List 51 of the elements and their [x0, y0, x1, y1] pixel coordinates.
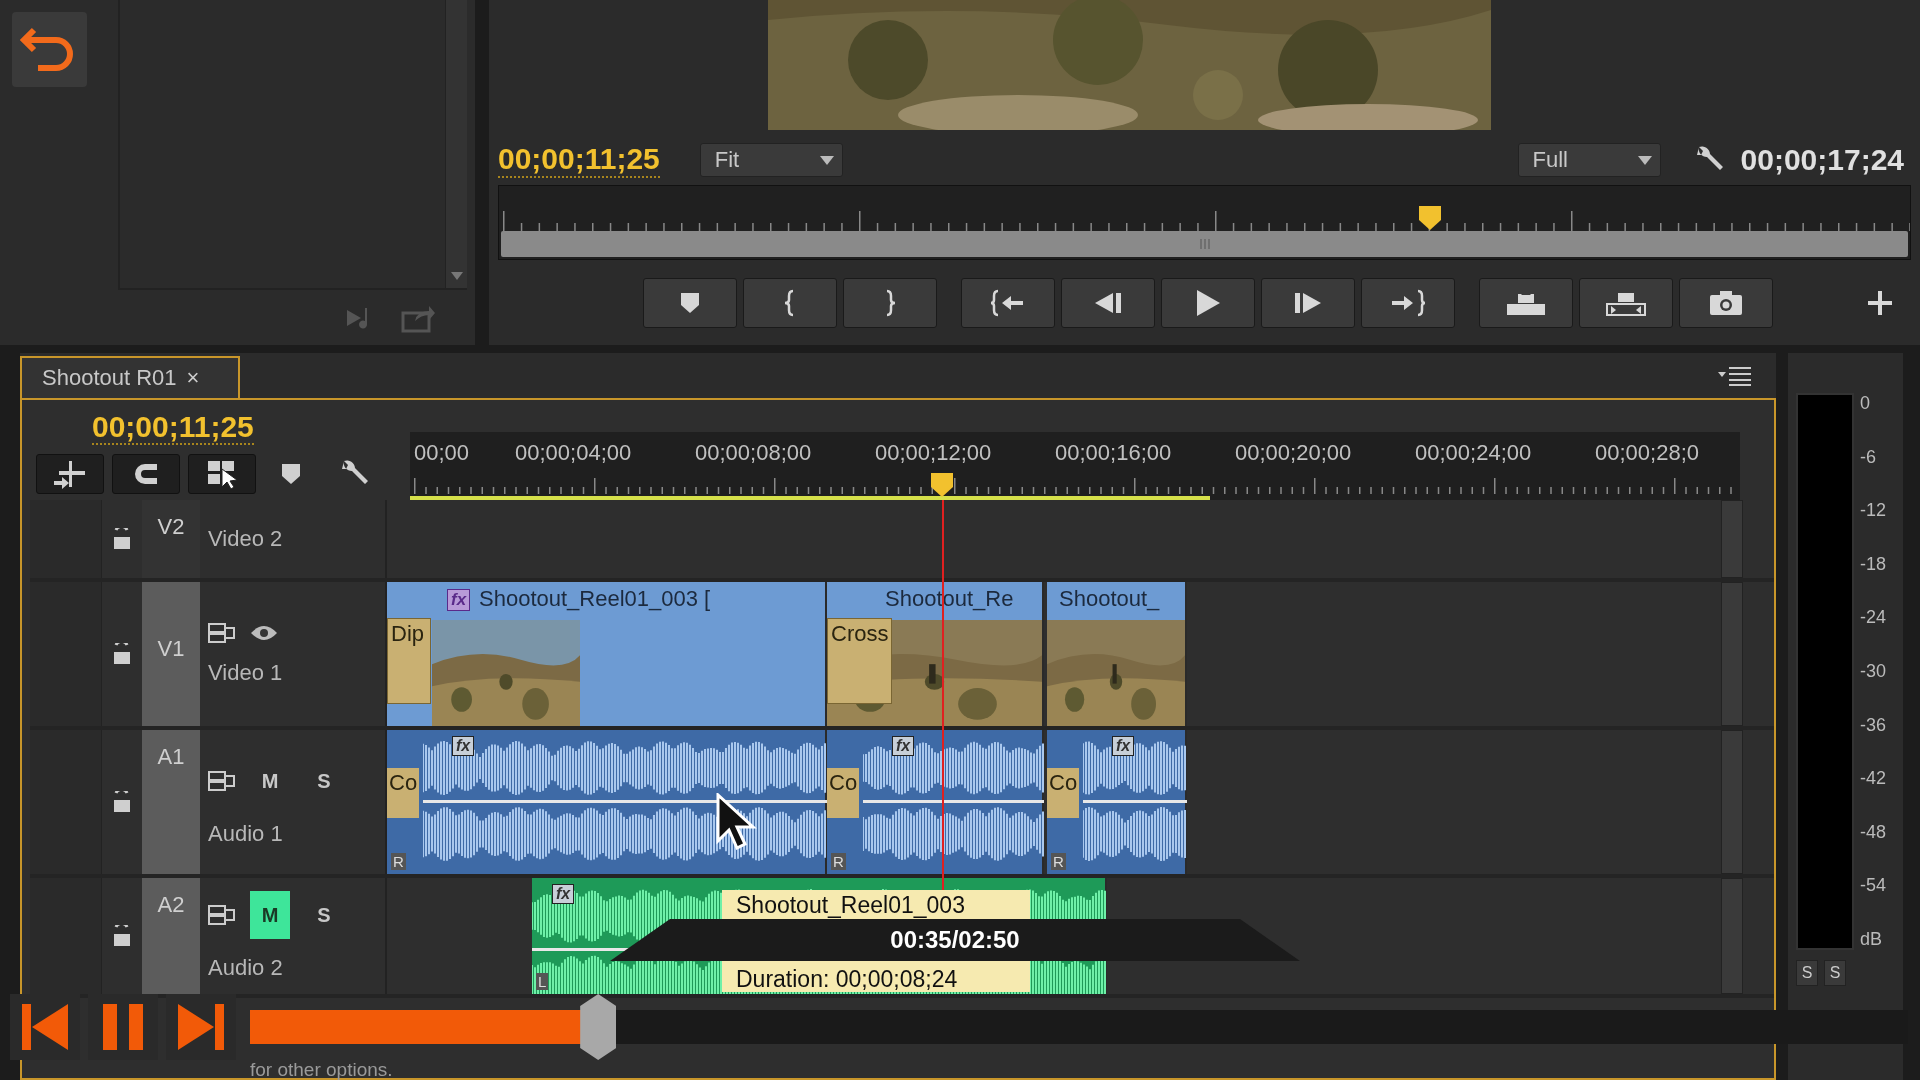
playback-time: 00:35/02:50 [890, 926, 1020, 954]
meter-scale-label: -18 [1860, 553, 1887, 575]
tab-label: Shootout R01 [42, 365, 177, 391]
track-name: Audio 2 [208, 955, 284, 981]
meter-unit: dB [1860, 928, 1884, 950]
transition: Cross [827, 618, 893, 704]
ruler-label: 00;00;12;00 [875, 440, 992, 466]
ruler-label: 00;00;08;00 [695, 440, 812, 466]
track-name: Video 2 [208, 526, 284, 552]
transition: Co [1047, 768, 1080, 818]
tooltip-title: Shootout_Reel01_003 [736, 892, 966, 918]
track-label: V1 [157, 635, 185, 662]
timeline-timecode: 00;00;11;25 [92, 410, 254, 445]
clip-name: Shootout_Reel01_003 [ [479, 586, 711, 612]
track-name: Video 1 [208, 660, 284, 686]
ruler-label: 00;00;20;00 [1235, 440, 1352, 466]
transition: Co [827, 768, 860, 818]
channel-label: R [831, 853, 846, 870]
duration-timecode: 00;00;17;24 [1740, 143, 1904, 177]
fx-badge: fx [1112, 736, 1135, 756]
track-name: Audio 1 [208, 821, 284, 847]
meter-scale-label: 0 [1860, 393, 1871, 414]
fx-badge: fx [447, 589, 471, 611]
fx-badge: fx [892, 736, 915, 756]
transition: Co [387, 768, 420, 818]
track-label: A2 [157, 892, 185, 918]
tooltip-duration: Duration: 00;00;08;24 [736, 966, 959, 992]
ruler-label: 00;00 [414, 440, 470, 466]
channel-label: R [391, 853, 406, 870]
channel-label: L [536, 973, 549, 990]
ruler-label: 00;00;16;00 [1055, 440, 1172, 466]
meter-scale-label: -6 [1860, 446, 1877, 468]
ruler-label: 00;00;24;00 [1415, 440, 1532, 466]
meter-scale-label: -12 [1860, 500, 1887, 522]
transition: Dip [387, 618, 431, 704]
meter-scale-label: -24 [1860, 607, 1887, 629]
meter-scale-label: -36 [1860, 714, 1887, 736]
ruler-label: 00;00;28;0 [1595, 440, 1699, 466]
meter-scale-label: -54 [1860, 875, 1887, 897]
fx-badge: fx [452, 736, 475, 756]
meter-scale-label: -42 [1860, 768, 1887, 790]
channel-label: R [1051, 853, 1066, 870]
meter-scale-label: -48 [1860, 821, 1887, 843]
track-label: A1 [157, 744, 185, 770]
clip-name: Shootout_ [1059, 586, 1160, 612]
fx-badge: fx [552, 884, 575, 904]
track-label: V2 [157, 514, 185, 540]
status-text: for other options. [250, 1060, 393, 1080]
meter-scale-label: -30 [1860, 660, 1887, 682]
ruler-label: 00;00;04;00 [515, 440, 632, 466]
current-timecode: 00;00;11;25 [498, 142, 660, 178]
